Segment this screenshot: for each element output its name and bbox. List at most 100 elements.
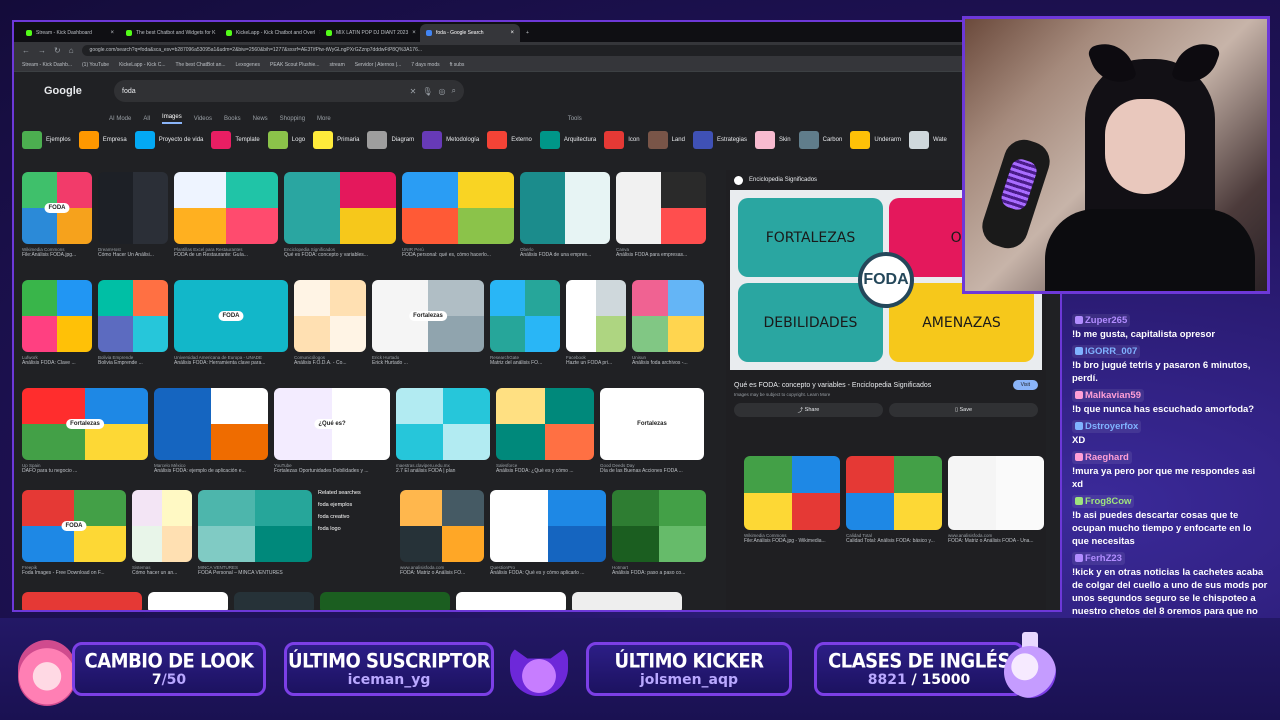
- image-result[interactable]: Fortalezas Erick Hurtado Erick Hurtado ...: [372, 280, 484, 366]
- result-caption[interactable]: Fortalezas Oportunidades Debilidades y .…: [274, 468, 390, 474]
- result-thumbnail[interactable]: [456, 592, 566, 610]
- filter-chip[interactable]: Metodología: [422, 131, 479, 149]
- result-thumbnail[interactable]: [402, 172, 514, 244]
- result-thumbnail[interactable]: FODA: [174, 280, 288, 352]
- result-thumbnail[interactable]: [566, 280, 626, 352]
- image-result[interactable]: FODA Wikimedia Commons File:Análisis FODA.…: [22, 172, 92, 258]
- image-result[interactable]: Fortalezas Up Spain DAFO para tu negocio .…: [22, 388, 148, 474]
- image-result[interactable]: DreamHost Cómo Hacer Un Análisi...: [98, 172, 168, 258]
- result-thumbnail[interactable]: FODA: [22, 172, 92, 244]
- share-button[interactable]: ⤴ Share: [734, 403, 883, 417]
- bookmark-item[interactable]: KickeLapp - Kick C...: [119, 62, 165, 68]
- result-caption[interactable]: Análisis FODA de una empres...: [520, 252, 610, 258]
- bookmark-item[interactable]: Lexogenes: [236, 62, 260, 68]
- save-button[interactable]: ▯ Save: [889, 403, 1038, 417]
- result-thumbnail[interactable]: FODA: [22, 490, 126, 562]
- search-tab[interactable]: Books: [224, 116, 241, 122]
- search-tab[interactable]: News: [253, 116, 268, 122]
- filter-chip[interactable]: Land: [647, 131, 685, 149]
- result-thumbnail[interactable]: [616, 172, 706, 244]
- image-result[interactable]: Unisun Análisis foda archivos -...: [632, 280, 704, 366]
- image-result[interactable]: Lufwork Análisis FODA: Clave ...: [22, 280, 92, 366]
- visit-button[interactable]: Visit: [1012, 380, 1038, 390]
- result-thumbnail[interactable]: [132, 490, 192, 562]
- result-thumbnail[interactable]: [496, 388, 594, 460]
- image-result[interactable]: Facebook Hazte un FODA pri...: [566, 280, 626, 366]
- image-result[interactable]: Hotmart Análisis FODA: paso a paso co...: [612, 490, 706, 576]
- related-image[interactable]: www.analisisfoda.com FODA: Matriz o Análi…: [948, 456, 1044, 544]
- forward-icon[interactable]: →: [38, 46, 46, 55]
- related-thumbnail[interactable]: [948, 456, 1044, 530]
- bookmark-item[interactable]: (1) YouTube: [82, 62, 109, 68]
- browser-tab[interactable]: KickeLapp - Kick Chatbot and Overl×: [220, 24, 320, 42]
- image-result[interactable]: [456, 592, 566, 610]
- result-thumbnail[interactable]: [632, 280, 704, 352]
- result-thumbnail[interactable]: [148, 592, 228, 610]
- filter-chip[interactable]: Wate: [909, 131, 947, 149]
- filter-chip[interactable]: Empresa: [78, 131, 127, 149]
- filter-chip[interactable]: Icon: [604, 131, 640, 149]
- result-caption[interactable]: Día de las Buenas Acciones FODA ...: [600, 468, 704, 474]
- result-thumbnail[interactable]: [612, 490, 706, 562]
- result-caption[interactable]: Análisis foda archivos -...: [632, 360, 704, 366]
- result-thumbnail[interactable]: [154, 388, 268, 460]
- result-caption[interactable]: FODA Personal – MINCA VENTURES: [198, 570, 312, 576]
- result-caption[interactable]: Matriz del análisis FO...: [490, 360, 560, 366]
- related-item[interactable]: foda creativo: [318, 514, 394, 520]
- related-image[interactable]: Calidad Total Calidad Total: Análisis FOD…: [846, 456, 942, 544]
- image-result[interactable]: Canva Análisis FODA para empresas...: [616, 172, 706, 258]
- search-tab[interactable]: Images: [162, 114, 182, 124]
- image-result[interactable]: Oberlo Análisis FODA de una empres...: [520, 172, 610, 258]
- related-image[interactable]: Wikimedia Commons File:Análisis FODA.jpg …: [744, 456, 840, 544]
- bookmark-item[interactable]: ft subs: [450, 62, 465, 68]
- image-result[interactable]: QuestionPro Análisis FODA: Qué es y cómo …: [490, 490, 606, 576]
- image-result[interactable]: Enciclopedia Significados Qué es FODA: co…: [284, 172, 396, 258]
- result-thumbnail[interactable]: Fortalezas: [372, 280, 484, 352]
- search-input[interactable]: foda: [122, 88, 404, 95]
- result-thumbnail[interactable]: [284, 172, 396, 244]
- google-logo[interactable]: Google: [44, 85, 94, 97]
- result-caption[interactable]: Calidad Total: Análisis FODA: básico y..…: [846, 538, 942, 544]
- result-thumbnail[interactable]: Fortalezas: [600, 388, 704, 460]
- result-thumbnail[interactable]: [22, 592, 142, 610]
- filter-chip[interactable]: Template: [211, 131, 260, 149]
- close-icon[interactable]: ×: [510, 30, 514, 36]
- related-item[interactable]: foda ejemplos: [318, 502, 394, 508]
- result-thumbnail[interactable]: [98, 280, 168, 352]
- result-thumbnail[interactable]: [520, 172, 610, 244]
- result-caption[interactable]: Análisis FODA: paso a paso co...: [612, 570, 706, 576]
- result-caption[interactable]: Bolivia Emprende ...: [98, 360, 168, 366]
- filter-chip[interactable]: Estrategias: [692, 131, 747, 149]
- filter-chip[interactable]: Carbon: [798, 131, 842, 149]
- search-tab[interactable]: More: [317, 116, 331, 122]
- search-icon[interactable]: ⌕: [452, 86, 456, 96]
- result-thumbnail[interactable]: [294, 280, 366, 352]
- filter-chip[interactable]: Logo: [267, 131, 305, 149]
- home-icon[interactable]: ⌂: [69, 46, 74, 55]
- result-caption[interactable]: FODA de un Restaurante: Guía...: [174, 252, 278, 258]
- result-caption[interactable]: Análisis FODA: ejemplo de aplicación e..…: [154, 468, 268, 474]
- result-caption[interactable]: FODA personal: qué es, cómo hacerlo...: [402, 252, 514, 258]
- search-tab[interactable]: All: [143, 116, 150, 122]
- image-result[interactable]: [320, 592, 450, 610]
- image-result[interactable]: Bolivia Emprende Bolivia Emprende ...: [98, 280, 168, 366]
- result-thumbnail[interactable]: [400, 490, 484, 562]
- browser-tab[interactable]: MIX LATIN POP DJ DIANT 2023 ×: [320, 24, 420, 42]
- result-caption[interactable]: Foda Images - Free Download on F...: [22, 570, 126, 576]
- image-result[interactable]: [234, 592, 314, 610]
- browser-tab[interactable]: Stream - Kick Dashboard ×: [20, 24, 120, 42]
- filter-chip[interactable]: Diagram: [367, 131, 414, 149]
- image-result[interactable]: FODA Universidad Americana de Europa - UN…: [174, 280, 288, 366]
- close-icon[interactable]: ×: [412, 30, 416, 36]
- bookmark-item[interactable]: Servidor | Aternos |...: [355, 62, 402, 68]
- result-caption[interactable]: Análisis FODA para empresas...: [616, 252, 706, 258]
- result-caption[interactable]: File:Análisis FODA.jpg...: [22, 252, 92, 258]
- image-result[interactable]: Sistemas Cómo hacer un an...: [132, 490, 192, 576]
- url-field[interactable]: google.com/search?q=foda&sca_esv=b287096…: [81, 44, 1021, 56]
- result-caption[interactable]: Análisis FODA: Clave ...: [22, 360, 92, 366]
- result-caption[interactable]: Análisis FODA: Qué es y cómo aplicarlo .…: [490, 570, 606, 576]
- result-thumbnail[interactable]: [490, 280, 560, 352]
- image-result[interactable]: maestras.claviperu.edu.mx 2.7 El análisis…: [396, 388, 490, 474]
- search-box[interactable]: foda ✕ 🎙 ◎ ⌕: [114, 80, 464, 102]
- image-result[interactable]: MINCA VENTURES FODA Personal – MINCA VENT…: [198, 490, 312, 576]
